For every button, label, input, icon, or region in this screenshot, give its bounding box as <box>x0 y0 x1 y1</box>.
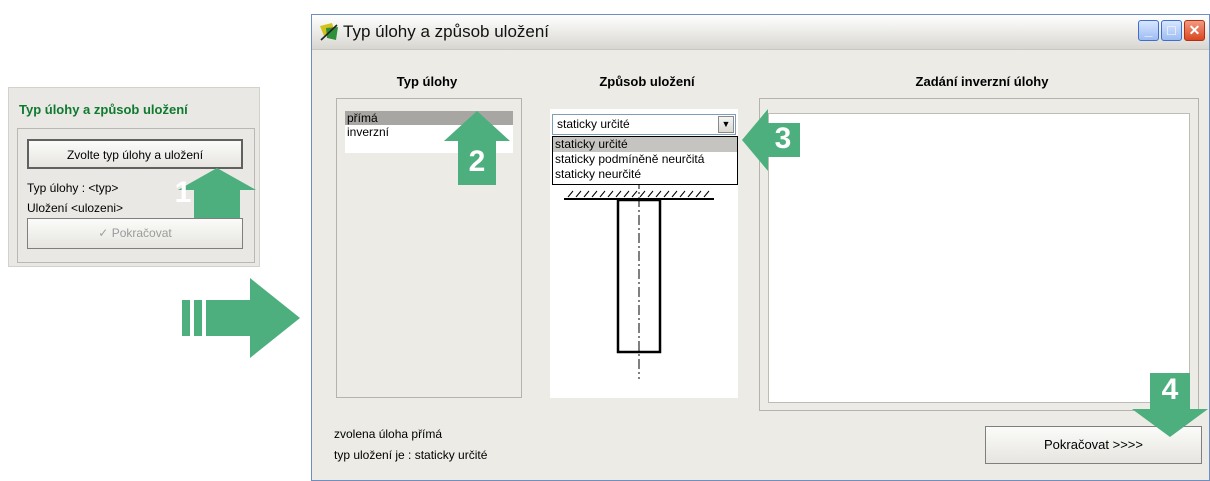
support-option-urcite[interactable]: staticky určité <box>553 137 737 152</box>
continue-button-disabled[interactable]: ✓ Pokračovat <box>27 218 243 249</box>
checkmark-icon: ✓ <box>98 226 109 240</box>
step-3-number: 3 <box>774 122 792 155</box>
transition-arrow-icon <box>182 278 304 363</box>
status-support-type: typ uložení je : staticky určité <box>334 448 488 462</box>
dropdown-arrow-icon[interactable]: ▼ <box>718 116 734 133</box>
minimize-button[interactable]: _ <box>1138 20 1159 41</box>
step-2-number: 2 <box>468 145 486 178</box>
type-label: Typ úlohy : <typ> <box>27 181 119 195</box>
step-1-arrow: 1 <box>175 168 256 218</box>
step-1-number: 1 <box>174 176 192 209</box>
maximize-button[interactable]: □ <box>1161 20 1182 41</box>
support-option-podminene[interactable]: staticky podmíněně neurčitá <box>553 152 737 167</box>
support-column-header: Způsob uložení <box>599 74 695 89</box>
support-select[interactable]: staticky určité ▼ <box>552 114 736 135</box>
inverse-group-box <box>759 98 1199 411</box>
type-column-header: Typ úlohy <box>396 74 458 89</box>
support-dropdown-list: staticky určité staticky podmíněně neurč… <box>552 136 738 185</box>
inverse-column-header: Zadání inverzní úlohy <box>915 74 1049 89</box>
title-bar[interactable]: Typ úlohy a způsob uložení _ □ ✕ <box>312 15 1209 50</box>
step-2-arrow: 2 <box>444 111 510 185</box>
dialog-window: Typ úlohy a způsob uložení _ □ ✕ Typ úlo… <box>311 14 1210 481</box>
choose-type-button[interactable]: Zvolte typ úlohy a uložení <box>27 139 243 169</box>
support-label: Uložení <ulozeni> <box>27 201 124 215</box>
support-option-neurcite[interactable]: staticky neurčité <box>553 167 737 182</box>
minimize-icon: _ <box>1144 22 1153 38</box>
app-icon <box>318 22 340 42</box>
step-4-arrow: 4 <box>1132 373 1208 437</box>
close-icon: ✕ <box>1188 22 1201 38</box>
panel-title: Typ úlohy a způsob uložení <box>19 102 188 117</box>
close-button[interactable]: ✕ <box>1184 20 1205 41</box>
step-3-arrow: 3 <box>742 109 800 171</box>
continue-label: Pokračovat <box>111 226 172 240</box>
status-chosen-task: zvolena úloha přímá <box>334 427 443 441</box>
window-title: Typ úlohy a způsob uložení <box>343 22 550 41</box>
support-select-value: staticky určité <box>557 117 630 131</box>
step-4-number: 4 <box>1161 373 1179 406</box>
inverse-input-area[interactable] <box>768 113 1190 403</box>
maximize-icon: □ <box>1167 22 1176 38</box>
